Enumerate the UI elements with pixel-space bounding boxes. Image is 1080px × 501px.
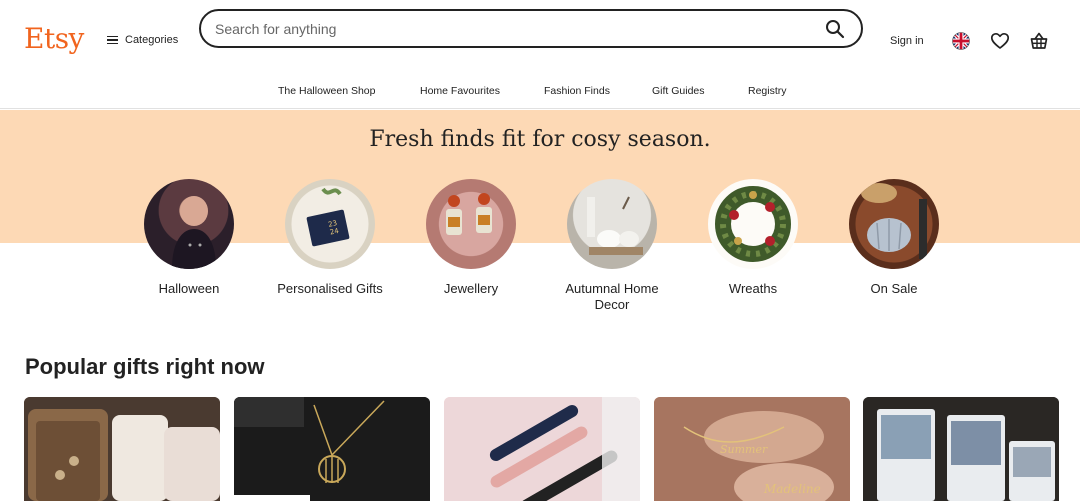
- product-image: [444, 397, 640, 501]
- site-header: Etsy Categories Sign in: [0, 0, 1080, 76]
- nav-halloween-shop[interactable]: The Halloween Shop: [278, 85, 375, 97]
- categories-label: Categories: [125, 34, 179, 46]
- banner-title: Fresh finds fit for cosy season.: [369, 127, 711, 152]
- category-label: Autumnal Home Decor: [565, 281, 659, 312]
- category-image: [567, 179, 657, 269]
- category-autumnal-home-decor[interactable]: Autumnal Home Decor: [547, 179, 677, 313]
- product-card[interactable]: [863, 397, 1059, 501]
- category-image: [708, 179, 798, 269]
- category-image: [144, 179, 234, 269]
- nav-home-favourites[interactable]: Home Favourites: [420, 85, 500, 97]
- svg-text:Madeline: Madeline: [763, 482, 821, 496]
- basket-icon[interactable]: [1029, 31, 1049, 51]
- product-image: Summer Madeline: [654, 397, 850, 501]
- category-on-sale[interactable]: On Sale: [829, 179, 959, 297]
- main-navigation: The Halloween Shop Home Favourites Fashi…: [0, 76, 1080, 109]
- etsy-logo[interactable]: Etsy: [24, 22, 84, 55]
- product-image: [234, 397, 430, 501]
- category-label: Jewellery: [443, 281, 499, 296]
- category-label: On Sale: [870, 281, 918, 296]
- nav-registry[interactable]: Registry: [748, 85, 787, 97]
- menu-icon: [107, 35, 118, 45]
- search-bar: [199, 9, 863, 48]
- category-label: Personalised Gifts: [277, 281, 383, 296]
- product-image: [863, 397, 1059, 501]
- search-icon[interactable]: [825, 19, 845, 39]
- heart-icon[interactable]: [990, 31, 1010, 51]
- product-card[interactable]: [234, 397, 430, 501]
- category-personalised-gifts[interactable]: 23 24 Personalised Gifts: [265, 179, 395, 297]
- categories-button[interactable]: Categories: [107, 34, 178, 46]
- product-card[interactable]: [444, 397, 640, 501]
- product-card[interactable]: [24, 397, 220, 501]
- category-label: Wreaths: [728, 281, 778, 296]
- svg-text:Summer: Summer: [720, 443, 768, 456]
- section-title: Popular gifts right now: [25, 354, 265, 379]
- category-wreaths[interactable]: Wreaths: [688, 179, 818, 297]
- search-input[interactable]: [215, 19, 795, 39]
- product-image: [24, 397, 220, 501]
- category-image: [849, 179, 939, 269]
- nav-gift-guides[interactable]: Gift Guides: [652, 85, 705, 97]
- category-halloween[interactable]: Halloween: [124, 179, 254, 297]
- sign-in-link[interactable]: Sign in: [890, 35, 924, 47]
- uk-flag-icon[interactable]: [951, 31, 971, 51]
- category-label: Halloween: [158, 281, 220, 296]
- category-image: 23 24: [285, 179, 375, 269]
- category-image: [426, 179, 516, 269]
- category-jewellery[interactable]: Jewellery: [406, 179, 536, 297]
- nav-fashion-finds[interactable]: Fashion Finds: [544, 85, 610, 97]
- product-card[interactable]: Summer Madeline: [654, 397, 850, 501]
